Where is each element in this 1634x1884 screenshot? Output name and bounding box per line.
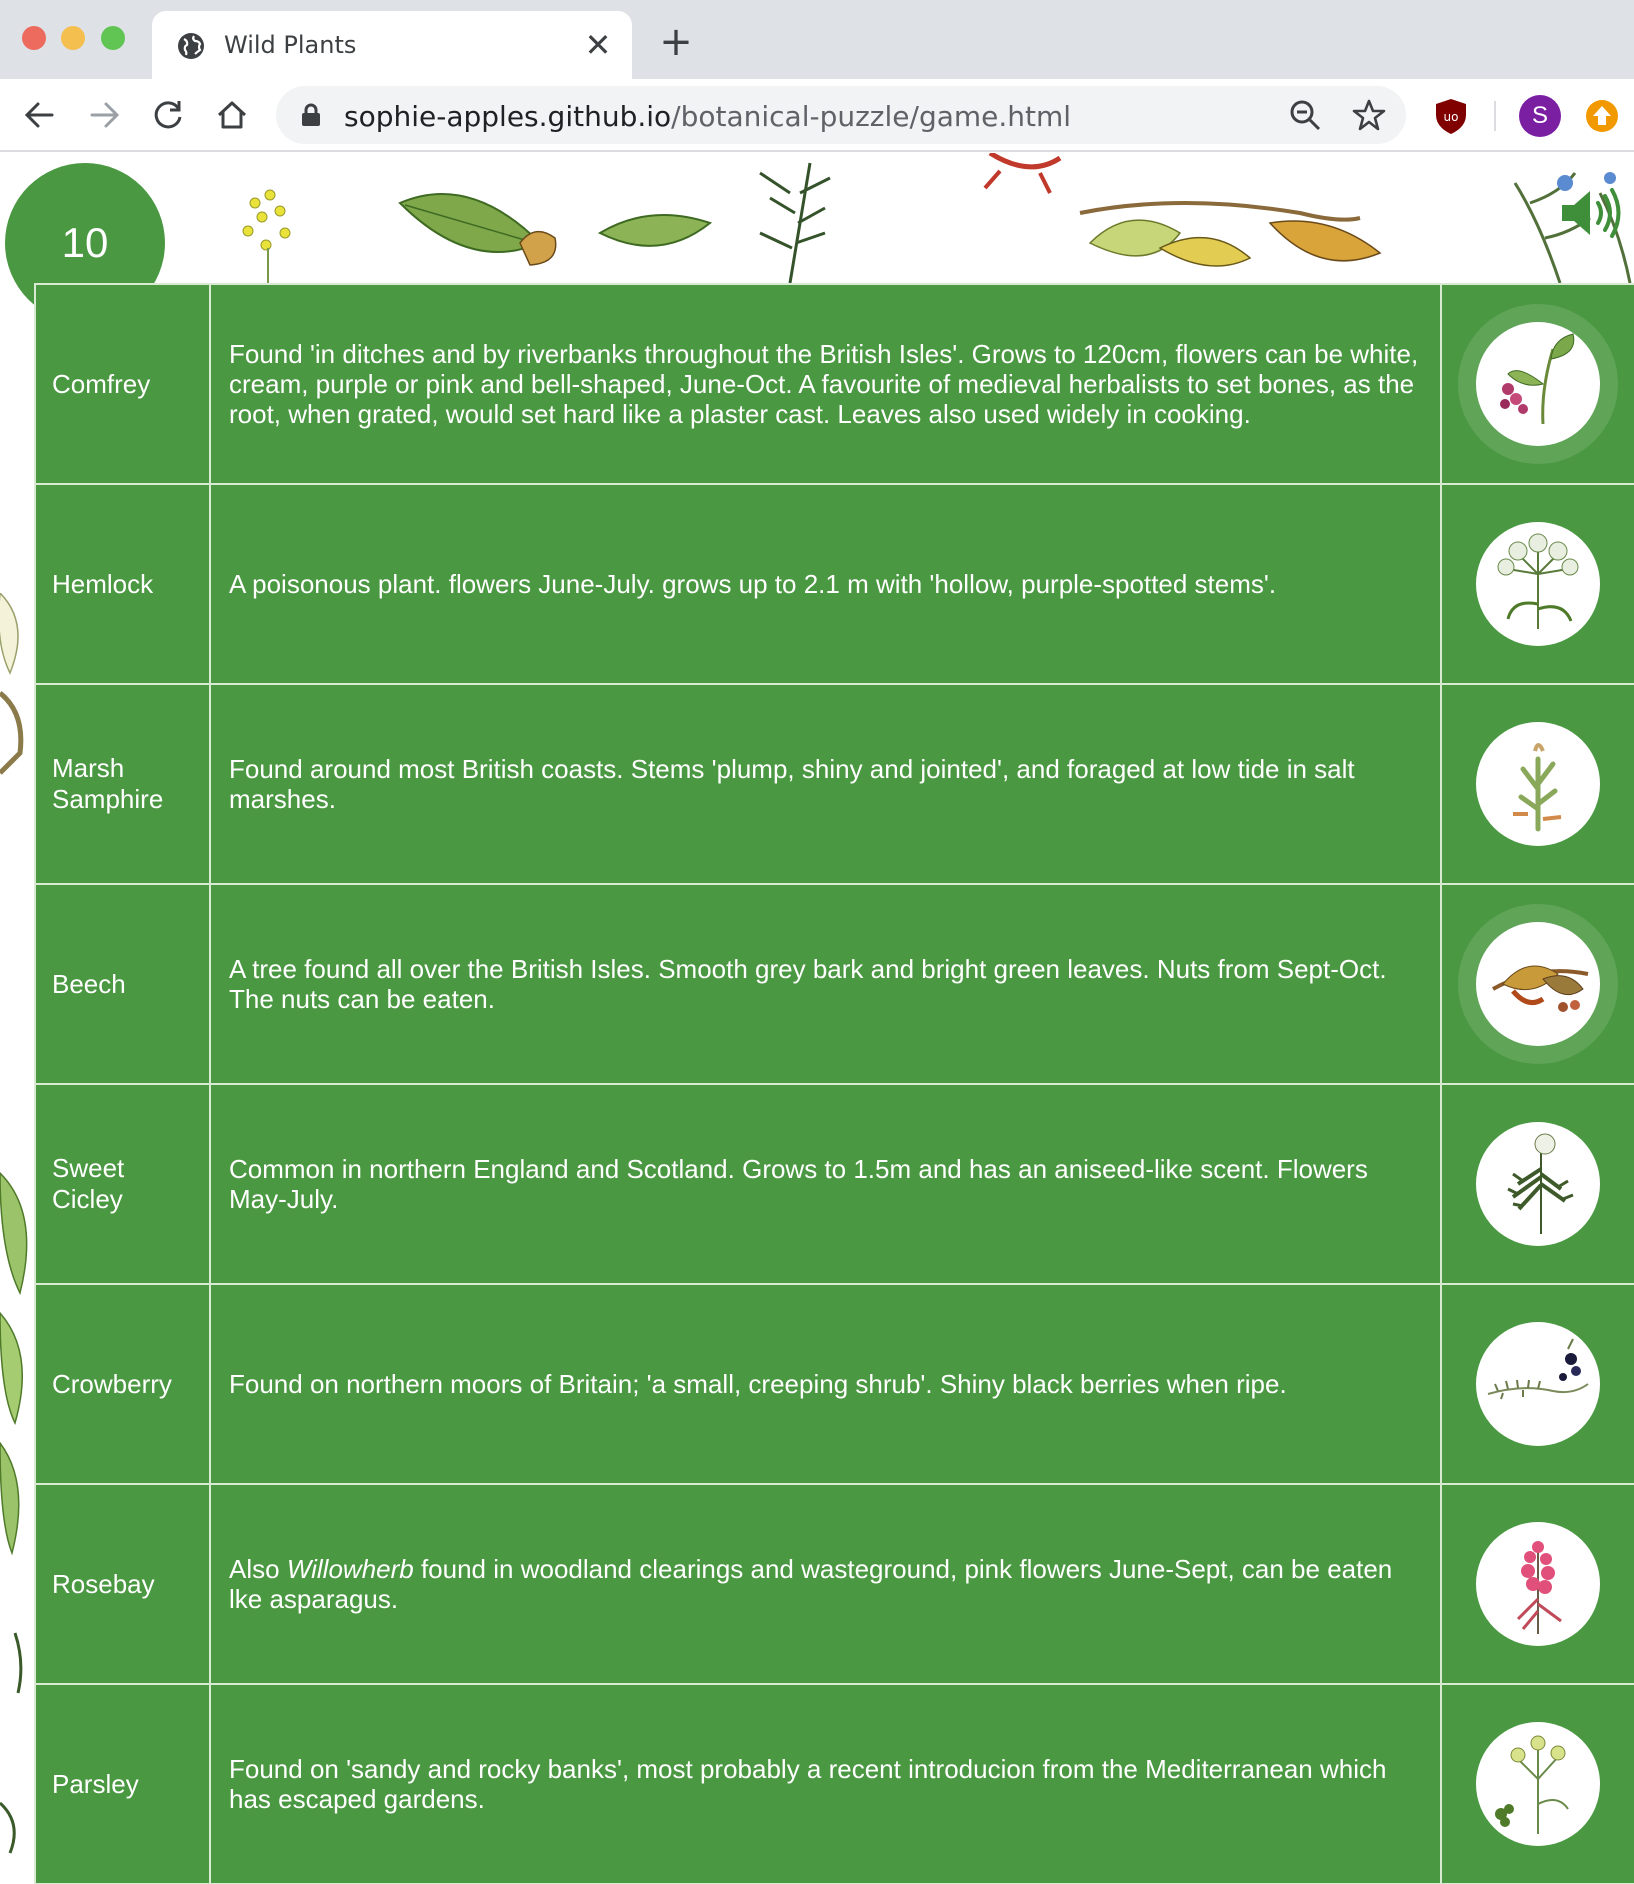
new-tab-button[interactable]: + xyxy=(656,22,696,62)
hemlock-illustration[interactable] xyxy=(1476,522,1600,646)
tab-title: Wild Plants xyxy=(224,31,357,59)
table-row: Comfrey Found 'in ditches and by riverba… xyxy=(34,283,1634,485)
close-window-button[interactable] xyxy=(22,26,46,50)
plant-image-cell xyxy=(1440,483,1634,685)
samphire-illustration[interactable] xyxy=(1476,722,1600,846)
plant-image-cell xyxy=(1440,883,1634,1085)
address-bar[interactable]: sophie-apples.github.io/botanical-puzzle… xyxy=(276,86,1406,144)
url-text[interactable]: sophie-apples.github.io/botanical-puzzle… xyxy=(344,100,1071,133)
toolbar-separator xyxy=(1494,101,1496,131)
plant-name: Crowberry xyxy=(34,1283,211,1485)
beech-illustration[interactable] xyxy=(1476,922,1600,1046)
home-icon[interactable] xyxy=(210,93,254,137)
table-row: Parsley Found on 'sandy and rocky banks'… xyxy=(34,1683,1634,1884)
table-row: Marsh Samphire Found around most British… xyxy=(34,683,1634,885)
rosebay-illustration[interactable] xyxy=(1476,1522,1600,1646)
plant-name: Rosebay xyxy=(34,1483,211,1685)
tab-strip: Wild Plants ✕ + xyxy=(0,0,1634,79)
plant-description: Common in northern England and Scotland.… xyxy=(209,1083,1442,1285)
plant-description: Found on northern moors of Britain; 'a s… xyxy=(209,1283,1442,1485)
table-row: Rosebay Also Willowherb found in woodlan… xyxy=(34,1483,1634,1685)
comfrey-illustration[interactable] xyxy=(1476,322,1600,446)
plant-name: Beech xyxy=(34,883,211,1085)
plant-table: Comfrey Found 'in ditches and by riverba… xyxy=(34,283,1634,1884)
table-row: Crowberry Found on northern moors of Bri… xyxy=(34,1283,1634,1485)
game-page: 10 Comfrey Found 'in ditches and by rive… xyxy=(0,153,1634,1884)
plant-name: Hemlock xyxy=(34,483,211,685)
plant-description: Found 'in ditches and by riverbanks thro… xyxy=(209,283,1442,485)
plant-description: Found on 'sandy and rocky banks', most p… xyxy=(209,1683,1442,1884)
plant-image-cell xyxy=(1440,1483,1634,1685)
forward-icon[interactable] xyxy=(82,93,126,137)
table-row: Beech A tree found all over the British … xyxy=(34,883,1634,1085)
browser-toolbar: sophie-apples.github.io/botanical-puzzle… xyxy=(0,79,1634,152)
plant-name: Comfrey xyxy=(34,283,211,485)
table-row: Sweet Cicley Common in northern England … xyxy=(34,1083,1634,1285)
left-foliage-illustration xyxy=(0,593,28,1854)
table-row: Hemlock A poisonous plant. flowers June-… xyxy=(34,483,1634,685)
svg-text:uo: uo xyxy=(1444,110,1459,124)
plant-image-cell xyxy=(1440,1083,1634,1285)
url-path: /botanical-puzzle/game.html xyxy=(671,100,1072,133)
plant-name: Parsley xyxy=(34,1683,211,1884)
plant-description: Found around most British coasts. Stems … xyxy=(209,683,1442,885)
speaker-on-icon[interactable] xyxy=(1558,185,1624,241)
parsley-illustration[interactable] xyxy=(1476,1722,1600,1846)
extension-update-icon[interactable] xyxy=(1581,95,1623,137)
back-icon[interactable] xyxy=(18,93,62,137)
ublock-icon[interactable]: uo xyxy=(1430,95,1472,137)
plant-description: A poisonous plant. flowers June-July. gr… xyxy=(209,483,1442,685)
plant-image-cell xyxy=(1440,283,1634,485)
zoom-window-button[interactable] xyxy=(101,26,125,50)
reload-icon[interactable] xyxy=(146,93,190,137)
url-domain: sophie-apples.github.io xyxy=(344,100,672,133)
close-tab-icon[interactable]: ✕ xyxy=(578,25,618,65)
plant-image-cell xyxy=(1440,1683,1634,1884)
plant-name: Sweet Cicley xyxy=(34,1083,211,1285)
plant-name: Marsh Samphire xyxy=(34,683,211,885)
crowberry-illustration[interactable] xyxy=(1476,1322,1600,1446)
plant-image-cell xyxy=(1440,1283,1634,1485)
cicely-illustration[interactable] xyxy=(1476,1122,1600,1246)
lock-icon[interactable] xyxy=(300,103,322,127)
active-tab[interactable]: Wild Plants ✕ xyxy=(152,11,632,79)
star-icon[interactable] xyxy=(1350,96,1388,134)
profile-avatar[interactable]: S xyxy=(1519,95,1561,137)
plant-description: Also Willowherb found in woodland cleari… xyxy=(209,1483,1442,1685)
globe-icon xyxy=(178,33,204,59)
plant-description: A tree found all over the British Isles.… xyxy=(209,883,1442,1085)
plant-image-cell xyxy=(1440,683,1634,885)
description-prefix: Also xyxy=(229,1554,287,1584)
minimize-window-button[interactable] xyxy=(61,26,85,50)
description-italic-term: Willowherb xyxy=(286,1554,414,1584)
zoom-icon[interactable] xyxy=(1286,96,1324,134)
botanical-header-illustration xyxy=(242,153,1632,283)
